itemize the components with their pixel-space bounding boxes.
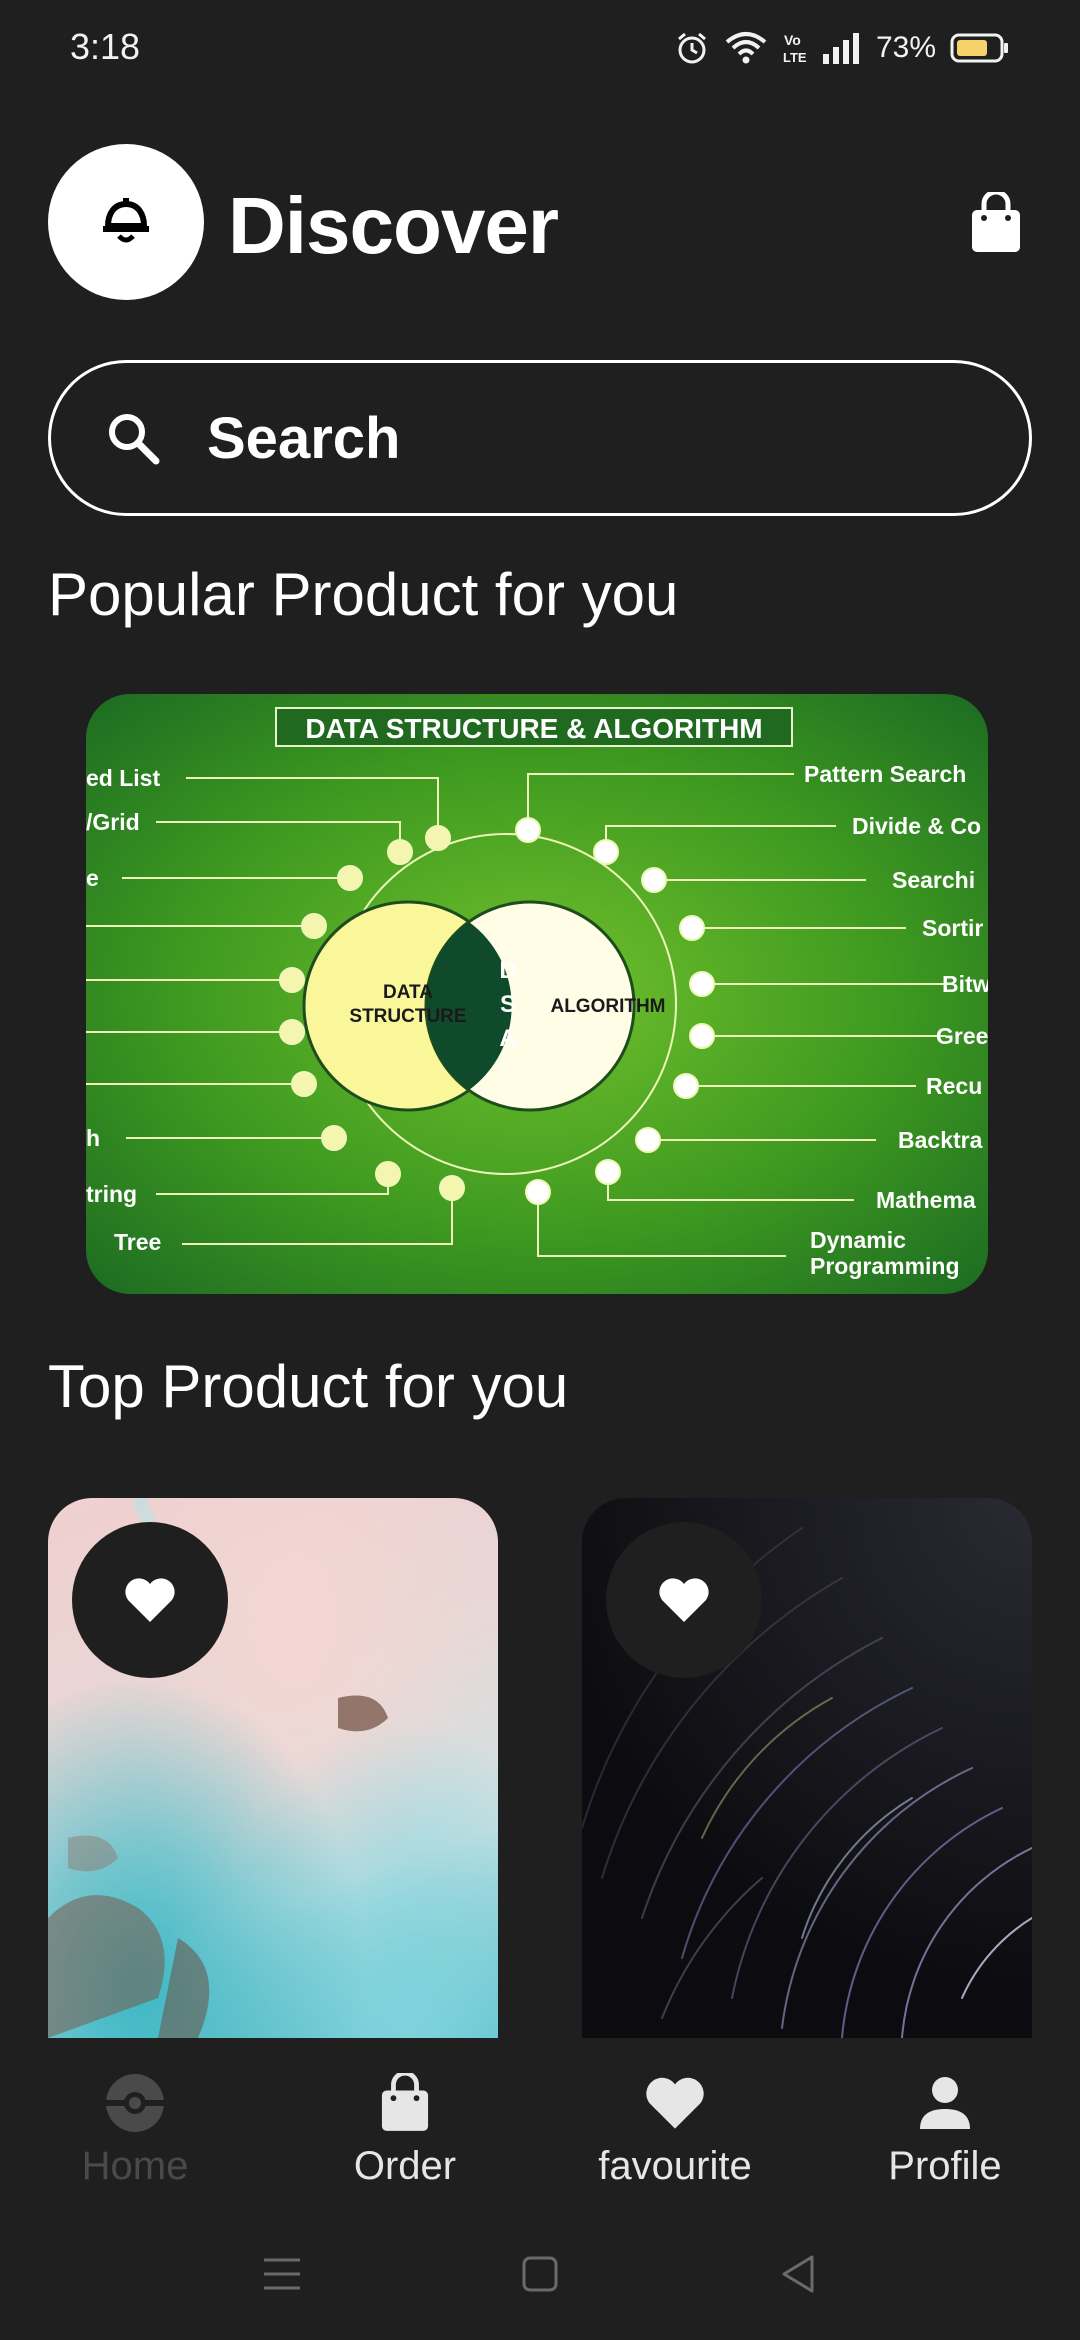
label-tree: Tree (114, 1229, 161, 1255)
algorithm-label: ALGORITHM (550, 996, 665, 1017)
bell-icon (103, 198, 149, 243)
system-navigation-bar (0, 2208, 1080, 2340)
signal-icon (822, 33, 859, 64)
label-e: e (86, 865, 99, 891)
status-time: 3:18 (70, 26, 141, 67)
alarm-icon (677, 32, 706, 64)
label-searching: Searchi (892, 867, 975, 893)
dsa-s: S (500, 991, 516, 1018)
label-mathematical: Mathema (876, 1187, 976, 1213)
label-divide-conquer: Divide & Co (852, 813, 981, 839)
nav-profile-label: Profile (888, 2144, 1002, 2188)
nav-home-label: Home (81, 2144, 189, 2188)
product-card-2[interactable] (582, 1498, 1032, 2038)
label-recursion: Recu (926, 1073, 982, 1099)
battery-icon (950, 33, 1008, 63)
nav-order[interactable]: Order (270, 2068, 540, 2189)
heart-icon (646, 2077, 704, 2129)
favourite-button[interactable] (606, 1522, 762, 1678)
dsa-d: D (499, 957, 516, 984)
label-h: h (86, 1125, 100, 1151)
heart-icon (125, 1578, 175, 1622)
page-title: Discover (228, 181, 559, 270)
favourite-button[interactable] (72, 1522, 228, 1678)
label-programming: Programming (810, 1253, 960, 1279)
banner-heading: DATA STRUCTURE & ALGORITHM (305, 713, 762, 744)
popular-section-title: Popular Product for you (48, 561, 679, 628)
svg-text:Vo: Vo (784, 32, 801, 48)
dsa-a: A (499, 1025, 516, 1052)
nav-favourite[interactable]: favourite (540, 2068, 810, 2189)
label-dynamic: Dynamic (810, 1227, 906, 1253)
label-sorting: Sortir (922, 915, 983, 941)
home-square-icon[interactable] (522, 2256, 558, 2292)
label-greedy: Gree (936, 1023, 988, 1049)
top-section-title: Top Product for you (48, 1353, 569, 1420)
label-bitwise: Bitw (942, 971, 988, 997)
battery-percent: 73% (875, 31, 936, 64)
product-card-1[interactable] (48, 1498, 498, 2038)
wifi-icon (725, 32, 767, 64)
dsa-diagram: DATA STRUCTURE & ALGORITHM DATA STRUCTUR… (86, 707, 988, 1279)
nav-order-label: Order (353, 2144, 457, 2188)
label-backtracking: Backtra (898, 1127, 983, 1153)
label-linked-list: ed List (86, 765, 160, 791)
svg-text:LTE: LTE (783, 50, 807, 65)
search-bar[interactable]: Search (48, 360, 1032, 516)
nav-home[interactable]: Home (0, 2068, 270, 2189)
app-logo[interactable] (48, 144, 204, 300)
search-icon (109, 414, 160, 465)
status-bar: 3:18 Vo LTE 73% (0, 0, 1080, 96)
label-pattern-search: Pattern Search (804, 761, 966, 787)
label-string: tring (86, 1181, 137, 1207)
heart-icon (659, 1578, 709, 1622)
status-icons: Vo LTE 73% (674, 24, 1010, 72)
ds-line-1: DATA (383, 982, 433, 1003)
popular-product-banner[interactable]: DATA STRUCTURE & ALGORITHM DATA STRUCTUR… (86, 694, 988, 1294)
ds-line-2: STRUCTURE (349, 1006, 466, 1027)
bottom-navigation: Home Order favourite Profile (0, 2038, 1080, 2208)
shopping-bag-icon (381, 2073, 429, 2131)
back-icon[interactable] (780, 2254, 816, 2294)
menu-icon[interactable] (262, 2256, 302, 2292)
volte-icon: Vo LTE (783, 32, 807, 65)
home-icon (106, 2074, 164, 2132)
person-icon (920, 2077, 970, 2129)
nav-profile[interactable]: Profile (810, 2068, 1080, 2189)
label-grid: /Grid (86, 809, 140, 835)
shopping-bag-icon[interactable] (970, 192, 1022, 254)
nav-favourite-label: favourite (598, 2144, 752, 2188)
search-input[interactable]: Search (207, 405, 400, 472)
